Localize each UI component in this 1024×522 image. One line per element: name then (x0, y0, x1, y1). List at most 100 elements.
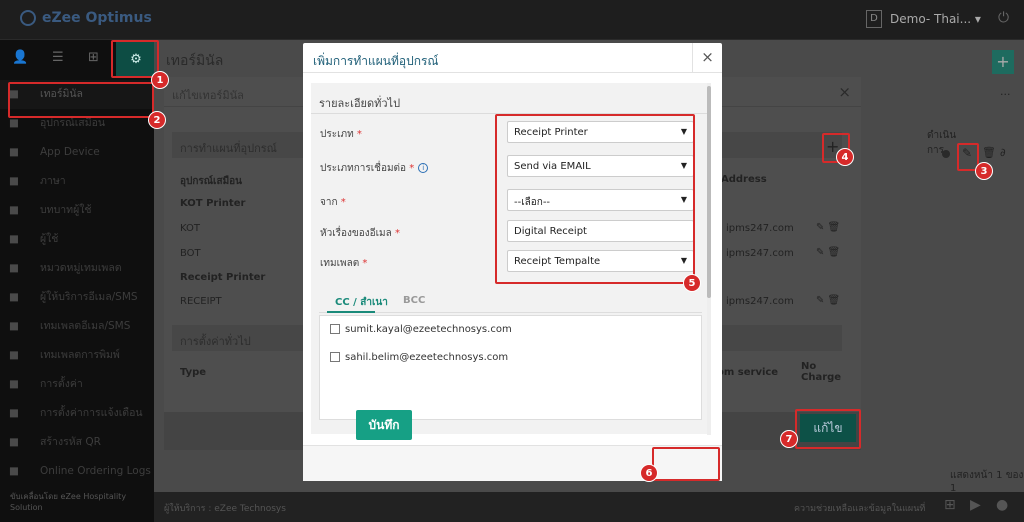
close-icon[interactable]: × (838, 83, 851, 101)
menu-tab-icon[interactable]: ☰ (52, 50, 64, 65)
required-mark: * (394, 228, 400, 239)
qr-icon: ■ (9, 436, 19, 448)
close-icon[interactable]: × (692, 43, 722, 73)
sidebar-item[interactable]: ■ ผู้ให้บริการอีเมล/SMS (0, 283, 154, 312)
subject-label: หัวเรื่องของอีเมล * (320, 226, 400, 241)
bell-icon: ■ (9, 407, 19, 419)
top-bar: eZee Optimus D Demo- Thai... ▾ ⏻ (0, 0, 1024, 40)
footer-provider: ผู้ให้บริการ : eZee Technosys (164, 504, 286, 514)
type-label-text: ประเภท (320, 129, 354, 140)
edit-icon[interactable]: ✎ 🗑 (816, 295, 840, 306)
dialog-title: เพิ่มการทำแผนที่อุปกรณ์ (313, 54, 439, 68)
sidebar-item[interactable]: ■ หมวดหมู่เทมเพลต (0, 254, 154, 283)
address-cell: ipms247.com (726, 296, 794, 307)
col-address: Address (721, 174, 767, 185)
sidebar-item-label: เทมเพลตการพิมพ์ (40, 349, 120, 361)
sidebar-item[interactable]: ■ เทมเพลตการพิมพ์ (0, 341, 154, 370)
status-icon (942, 150, 950, 158)
scrollbar-thumb[interactable] (707, 86, 711, 298)
apple-icon[interactable]: ● (996, 497, 1008, 513)
address-cell: ipms247.com (726, 223, 794, 234)
info-icon[interactable]: i (418, 163, 429, 173)
col-no-charge: No Charge (801, 361, 842, 383)
highlight-settings (111, 40, 159, 78)
sidebar-item-label: สร้างรหัส QR (40, 436, 101, 448)
sidebar-item[interactable]: ■ สร้างรหัส QR (0, 428, 154, 457)
user-icon: ■ (9, 233, 19, 245)
edit-icon[interactable]: ✎ 🗑 (816, 222, 840, 233)
tab-cc[interactable]: CC / สำเนา (335, 295, 388, 310)
sidebar-item-label: ภาษา (40, 175, 66, 187)
address-cell: ipms247.com (726, 248, 794, 259)
from-label: จาก * (320, 195, 346, 210)
trash-icon[interactable]: 🗑 (982, 146, 996, 159)
sidebar-item-label: App Device (40, 146, 100, 158)
sidebar-item-label: การตั้งค่า (40, 378, 83, 390)
mail-icon: ■ (9, 291, 19, 303)
settings-icon: ■ (9, 378, 19, 390)
edit-icon[interactable]: ✎ 🗑 (816, 247, 840, 258)
more-icon[interactable]: ··· (1000, 88, 1011, 101)
user-tab-icon[interactable]: 👤 (12, 50, 28, 65)
email-checkbox[interactable] (330, 352, 340, 362)
receipt-group: Receipt Printer (180, 272, 266, 283)
sidebar-item-label: อุปกรณ์เสมือน (40, 117, 106, 129)
table-row: RECEIPT (180, 296, 222, 307)
step-marker: 3 (975, 162, 993, 180)
list-item[interactable]: sahil.belim@ezeetechnosys.com (330, 352, 508, 363)
email-text: sahil.belim@ezeetechnosys.com (345, 352, 509, 363)
sidebar-item[interactable]: ■ เทมเพลตอีเมล/SMS (0, 312, 154, 341)
page-info: แสดงหน้า 1 ของ 1 (950, 470, 1024, 494)
step-marker: 1 (151, 71, 169, 89)
tab-bcc[interactable]: BCC (403, 295, 425, 306)
power-icon[interactable]: ⏻ (998, 10, 1009, 26)
connection-label: ประเภทการเชื่อมต่อ * i (320, 161, 429, 176)
play-store-icon[interactable]: ▶ (970, 497, 981, 513)
layout-tab-icon[interactable]: ⊞ (88, 50, 99, 65)
email-checkbox[interactable] (330, 324, 340, 334)
mobile-icon: ■ (9, 146, 19, 158)
list-item[interactable]: sumit.kayal@ezeetechnosys.com (330, 324, 512, 335)
col-device: อุปกรณ์เสมือน (180, 176, 243, 187)
footer-help[interactable]: ความช่วยเหลือและข้อมูลในแผนที่ (794, 501, 925, 515)
step-marker: 5 (683, 274, 701, 292)
email-tabs: CC / สำเนา BCC (319, 288, 702, 313)
sidebar-item-label: หมวดหมู่เทมเพลต (40, 262, 122, 274)
sidebar-item-label: เทมเพลตอีเมล/SMS (40, 320, 131, 332)
sidebar-item[interactable]: ■ App Device (0, 138, 154, 167)
section-title: รายละเอียดทั่วไป (319, 97, 401, 110)
sidebar-item[interactable]: ■ ผู้ใช้ (0, 225, 154, 254)
windows-icon[interactable]: ⊞ (944, 497, 956, 513)
step-marker: 2 (148, 111, 166, 129)
required-mark: * (362, 258, 368, 269)
step-marker: 6 (640, 464, 658, 482)
sidebar-item-label: ผู้ให้บริการอีเมล/SMS (40, 291, 138, 303)
sidebar-item[interactable]: ■ บทบาทผู้ใช้ (0, 196, 154, 225)
property-selector[interactable]: Demo- Thai... ▾ (890, 12, 981, 26)
app-logo: eZee Optimus (20, 10, 152, 26)
add-terminal-button[interactable]: + (992, 50, 1014, 74)
logo-icon (20, 10, 36, 26)
tab-cc-underline (327, 311, 375, 313)
sidebar-item-label: ผู้ใช้ (40, 233, 59, 245)
step-marker: 4 (836, 148, 854, 166)
property-badge[interactable]: D (866, 10, 882, 28)
footer-bar: ผู้ให้บริการ : eZee Technosys ความช่วยเห… (154, 492, 1024, 522)
sidebar-item-label: Online Ordering Logs (40, 465, 151, 477)
email-text: sumit.kayal@ezeetechnosys.com (345, 324, 512, 335)
sidebar-item[interactable]: ■ การตั้งค่า (0, 370, 154, 399)
kot-group: KOT Printer (180, 198, 246, 209)
language-icon: ■ (9, 175, 19, 187)
sidebar-item[interactable]: ■ ภาษา (0, 167, 154, 196)
link-icon[interactable]: ∂ (1000, 146, 1006, 159)
required-mark: * (409, 163, 415, 174)
edit-modal-title: แก้ไขเทอร์มินัล (172, 89, 244, 102)
sidebar-item[interactable]: ■ การตั้งค่าการแจ้งเตือน (0, 399, 154, 428)
step-marker: 7 (780, 430, 798, 448)
sidebar-item[interactable]: ■ Online Ordering Logs (0, 457, 154, 486)
subject-label-text: หัวเรื่องของอีเมล (320, 228, 392, 239)
save-button[interactable]: บันทึก (356, 410, 412, 440)
property-name: Demo- Thai... (890, 12, 972, 26)
connection-label-text: ประเภทการเชื่อมต่อ (320, 163, 407, 174)
highlight-edit-button (795, 409, 861, 449)
